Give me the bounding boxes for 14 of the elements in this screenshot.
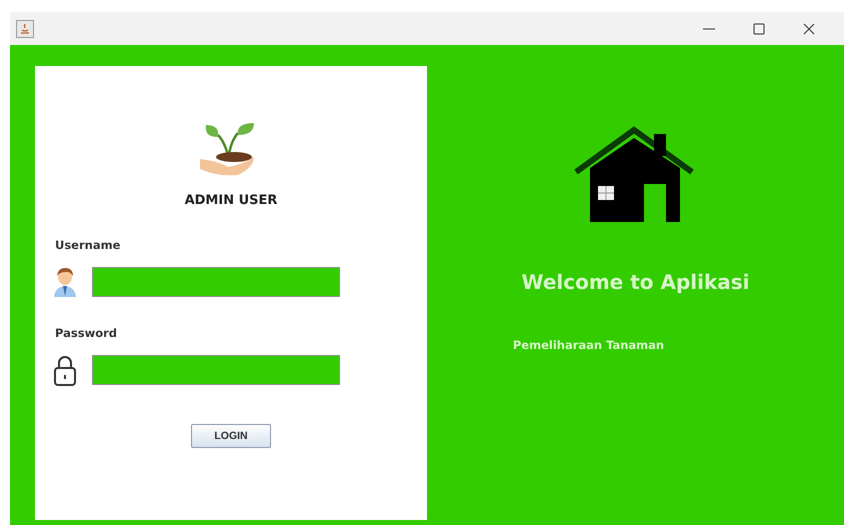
- user-avatar-icon: [53, 266, 77, 298]
- field-label: Username: [55, 238, 120, 252]
- username-field[interactable]: [92, 267, 340, 297]
- maximize-icon: [752, 22, 766, 36]
- close-icon: [802, 22, 816, 36]
- login-button[interactable]: LOGIN: [191, 424, 271, 448]
- app-icon: [16, 20, 34, 38]
- welcome-subtitle: Pemeliharaan Tanaman: [512, 338, 664, 352]
- password-field[interactable]: [92, 355, 340, 385]
- padlock-icon: [53, 354, 77, 386]
- minimize-icon: [703, 28, 715, 30]
- welcome-title: Welcome to Aplikasi: [521, 270, 750, 294]
- field-label: Password: [55, 326, 117, 340]
- panel-heading: ADMIN USER: [184, 193, 278, 208]
